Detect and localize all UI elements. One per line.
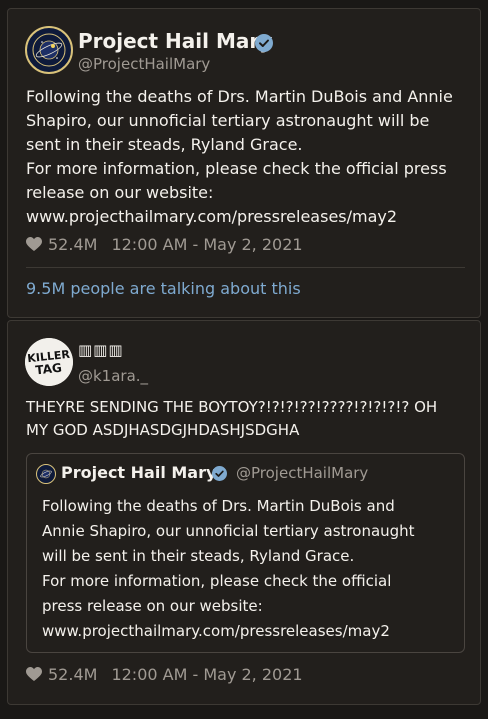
avatar[interactable]	[25, 26, 73, 74]
timestamp[interactable]: 12:00 AM - May 2, 2021	[111, 235, 302, 254]
talking-link[interactable]: 9.5M people are talking about this	[26, 279, 301, 298]
divider	[26, 267, 465, 268]
tweet-link[interactable]: www.projecthailmary.com/pressreleases/ma…	[26, 207, 397, 226]
svg-text:TAG: TAG	[35, 361, 63, 378]
tweet-body-line: Following the deaths of Drs. Martin DuBo…	[26, 87, 453, 106]
tweet-card[interactable]: Project Hail Mary @ProjectHailMary Follo…	[7, 8, 481, 318]
quoted-body-line: Annie Shapiro, our unnoficial tertiary a…	[42, 522, 415, 540]
mission-patch-icon	[38, 466, 54, 482]
quoted-display-name: Project Hail Mary	[61, 463, 217, 482]
heart-icon[interactable]	[26, 237, 42, 256]
like-count: 52.4M	[48, 665, 98, 684]
tweet-meta: 52.4M 12:00 AM - May 2, 2021	[26, 665, 303, 686]
tweet-body-line: THEYRE SENDING THE BOYTOY?!?!?!??!????!?…	[26, 398, 438, 416]
tweet-body-line: sent in their steads, Ryland Grace.	[26, 135, 303, 154]
avatar	[36, 464, 56, 484]
mission-patch-icon	[29, 30, 69, 70]
tweet-body-line: For more information, please check the o…	[26, 159, 447, 178]
quoted-tweet[interactable]: Project Hail Mary @ProjectHailMary Follo…	[26, 453, 465, 653]
killer-tag-logo-icon: KILLER TAG	[25, 338, 73, 386]
quoted-body-line: For more information, please check the o…	[42, 572, 392, 590]
display-name[interactable]: ▥▥▥	[78, 341, 124, 359]
verified-badge-icon	[255, 34, 273, 52]
quoted-body-line: will be sent in their steads, Ryland Gra…	[42, 547, 355, 565]
quoted-handle: @ProjectHailMary	[236, 464, 369, 482]
tweet-body-line: MY GOD ASDJHASDGJHDASHJSDGHA	[26, 421, 300, 439]
quoted-body-line: Following the deaths of Drs. Martin DuBo…	[42, 497, 395, 515]
tweet-card[interactable]: KILLER TAG ▥▥▥ @k1ara._ THEYRE SENDING T…	[7, 320, 481, 705]
avatar[interactable]: KILLER TAG	[25, 338, 73, 386]
quoted-body-line: press release on our website:	[42, 597, 263, 615]
handle[interactable]: @k1ara._	[78, 367, 148, 385]
tweet-body-line: Shapiro, our unnoficial tertiary astrona…	[26, 111, 430, 130]
display-name[interactable]: Project Hail Mary	[78, 29, 272, 53]
tweet-meta: 52.4M 12:00 AM - May 2, 2021	[26, 235, 303, 256]
heart-icon[interactable]	[26, 667, 42, 686]
like-count: 52.4M	[48, 235, 98, 254]
timestamp[interactable]: 12:00 AM - May 2, 2021	[111, 665, 302, 684]
quoted-link[interactable]: www.projecthailmary.com/pressreleases/ma…	[42, 622, 390, 640]
verified-badge-icon	[212, 466, 227, 481]
handle[interactable]: @ProjectHailMary	[78, 55, 210, 73]
tweet-body-line: release on our website:	[26, 183, 214, 202]
